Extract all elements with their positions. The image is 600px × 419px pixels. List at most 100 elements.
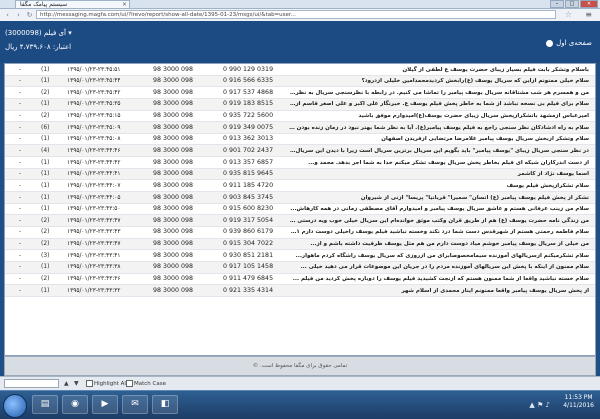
home-label: صفحه‌ی اول [556,39,592,47]
close-window-button[interactable]: ✕ [580,0,598,8]
message-text: در نظر سنجی سریال زیبای "یوسف پیامبر" با… [289,147,589,154]
message-count: (1) [41,65,50,73]
row-action[interactable]: - [19,159,21,167]
row-action[interactable]: - [19,89,21,97]
row-action[interactable]: - [19,217,21,225]
taskbar-app-icon[interactable]: ◧ [152,395,178,414]
message-date: ۱۳۹۵/۰۱/۲۳-۲۳:۴۳:۳۲ [67,287,121,294]
service-number: 98 3000 098 [153,77,194,85]
maximize-button[interactable]: □ [565,0,579,8]
table-row[interactable]: - (1) ۱۳۹۵/۰۱/۲۳-۲۳:۴۴:۰۷ 98 3000 098 0 911 … [5,180,595,193]
sender-number: 0 990 129 0319 [223,65,274,73]
table-row[interactable]: - (2) ۱۳۹۵/۰۱/۲۳-۲۳:۴۵:۱۵ 98 3000 098 0 935 … [5,111,595,123]
row-action[interactable]: - [19,66,21,74]
table-row[interactable]: - (2) ۱۳۹۵/۰۱/۲۳-۲۳:۴۳:۴۳ 98 3000 098 0 939 … [5,227,595,239]
sender-number: 0 921 335 4314 [223,286,274,294]
clock[interactable]: 11:53 PM 4/11/2016 [563,394,594,410]
table-row[interactable]: - (2) ۱۳۹۵/۰۱/۲۳-۲۳:۴۵:۴۲ 98 3000 098 0 917 … [5,87,595,99]
service-number: 98 3000 098 [153,158,194,166]
table-row[interactable]: - (1) ۱۳۹۵/۰۱/۲۳-۲۳:۴۴:۴۱ 98 3000 098 0 935 … [5,168,595,181]
service-number: 98 3000 098 [153,170,194,178]
find-input[interactable] [4,379,59,388]
taskbar-app-icon[interactable]: ◉ [62,395,88,414]
start-button[interactable] [3,394,27,418]
tab-close-icon[interactable]: × [122,1,127,8]
message-count: (1) [41,100,50,108]
row-action[interactable]: - [19,124,21,132]
message-date: ۱۳۹۵/۰۱/۲۳-۲۳:۴۴:۴۲ [67,159,121,166]
table-row[interactable]: - (1) ۱۳۹۵/۰۱/۲۳-۲۳:۴۴:۴۲ 98 3000 098 0 913 … [5,157,595,169]
row-action[interactable]: - [19,252,21,260]
taskbar-app-icon[interactable]: ▶ [92,395,118,414]
message-text: من زندگی نامه حضرت یوسف (ع) هم از طریق ق… [289,217,589,224]
service-number: 98 3000 098 [153,216,194,224]
table-row[interactable]: - (1) ۱۳۹۵/۰۱/۲۳-۲۳:۴۵:۵۱ 98 3000 098 0 990 … [5,64,595,76]
row-action[interactable]: - [19,100,21,108]
message-date: ۱۳۹۵/۰۱/۲۳-۲۳:۴۴:۴۶ [67,147,121,154]
table-row[interactable]: - (1) ۱۳۹۵/۰۱/۲۳-۲۳:۴۳:۳۲ 98 3000 098 0 921 … [5,285,595,297]
table-row[interactable]: - (1) ۱۳۹۵/۰۱/۲۳-۲۳:۴۳:۵۰ 98 3000 098 0 915 … [5,204,595,216]
table-row[interactable]: - (1) ۱۳۹۵/۰۱/۲۳-۲۳:۴۵:۰۸ 98 3000 098 0 913 … [5,134,595,146]
row-action[interactable]: - [19,182,21,190]
credit-balance: اعتبار: ۴،۷۳۹،۶۰۸ ریال [5,43,72,51]
table-row[interactable]: - (1) ۱۳۹۵/۰۱/۲۳-۲۳:۴۵:۴۴ 98 3000 098 0 916 … [5,75,595,88]
find-prev-button[interactable]: ▲ [64,379,69,388]
minimize-button[interactable]: – [550,0,564,8]
url-input[interactable]: http://messaging.magfa.com/ui/?lrevo/rep… [36,10,556,19]
message-text: سلام به راه ادشادکان نظر سنجی راجع به فی… [289,124,589,131]
back-icon[interactable]: ‹ [3,11,12,19]
row-action[interactable]: - [19,194,21,202]
message-text: تشکر از پخش فیلم یوسف پیامبر (ع) انسان" … [360,194,589,201]
table-row[interactable]: - (6) ۱۳۹۵/۰۱/۲۳-۲۳:۴۵:۰۹ 98 3000 098 0 919 … [5,122,595,134]
checkbox-icon [126,380,133,387]
row-action[interactable]: - [19,287,21,295]
table-row[interactable]: - (1) ۱۳۹۵/۰۱/۲۳-۲۳:۴۴:۰۵ 98 3000 098 0 903 … [5,192,595,204]
table-row[interactable]: - (2) ۱۳۹۵/۰۱/۲۳-۲۳:۴۳:۴۷ 98 3000 098 0 919 … [5,215,595,227]
message-text: از دست اندرکاران شبکه ای فیلم بخاطر پخش … [308,159,589,166]
nav-buttons: ‹ › ↻ [3,11,34,19]
bookmark-star-icon[interactable]: ☆ [565,10,572,19]
row-action[interactable]: - [19,263,21,271]
reload-icon[interactable]: ↻ [25,11,34,19]
row-action[interactable]: - [19,135,21,143]
highlight-all-checkbox[interactable]: Highlight All [86,380,127,388]
row-action[interactable]: - [19,275,21,283]
message-count: (1) [41,286,50,294]
row-action[interactable]: - [19,112,21,120]
sender-number: 0 935 815 9645 [223,170,274,178]
forward-icon[interactable]: › [14,11,23,19]
table-row[interactable]: - (2) ۱۳۹۵/۰۱/۲۳-۲۳:۴۳:۳۶ 98 3000 098 0 911 … [5,274,595,286]
message-text: سلام خیلی ممنونم ازاین که سریال یوسف (ع)… [361,78,589,85]
table-row[interactable]: - (1) ۱۳۹۵/۰۱/۲۳-۲۳:۴۵:۳۵ 98 3000 098 0 919 … [5,98,595,111]
browser-tab[interactable]: سیستم پیامک مگفا × [15,0,130,8]
taskbar-app-icon[interactable]: ✉ [122,395,148,414]
browser-menu-icon[interactable]: ≡ [585,10,592,19]
row-action[interactable]: - [19,170,21,178]
message-text: سلام برای فیلم بی نسخه نباشد از شما به خ… [289,101,589,108]
row-action[interactable]: - [19,77,21,85]
row-action[interactable]: - [19,147,21,155]
message-text: سلام تشکرازپخش فیلم یوسف [506,182,589,189]
service-number: 98 3000 098 [153,286,194,294]
table-row[interactable]: - (2) ۱۳۹۵/۰۱/۲۳-۲۳:۴۳:۴۷ 98 3000 098 0 915 … [5,238,595,251]
message-count: (1) [41,135,50,143]
find-next-button[interactable]: ▼ [74,379,79,388]
message-date: ۱۳۹۵/۰۱/۲۳-۲۳:۴۳:۳۶ [67,276,121,283]
home-link[interactable]: صفحه‌ی اول [546,39,592,47]
table-row[interactable]: - (3) ۱۳۹۵/۰۱/۲۳-۲۳:۴۳:۴۱ 98 3000 098 0 930 … [5,250,595,262]
row-action[interactable]: - [19,228,21,236]
row-action[interactable]: - [19,205,21,213]
sender-number: 0 919 183 8515 [223,100,274,108]
match-case-checkbox[interactable]: Match Case [126,380,166,388]
table-row[interactable]: - (1) ۱۳۹۵/۰۱/۲۳-۲۳:۴۳:۳۸ 98 3000 098 0 917 … [5,261,595,274]
sender-number: 0 913 357 6857 [223,158,274,166]
service-number: 98 3000 098 [153,146,194,154]
message-date: ۱۳۹۵/۰۱/۲۳-۲۳:۴۴:۰۷ [67,182,121,189]
account-dropdown[interactable]: آی فیلم (3000098) ▾ [5,29,72,37]
row-action[interactable]: - [19,240,21,248]
tray-icons[interactable]: ▲ ⚑ ♪ [529,401,550,409]
service-number: 98 3000 098 [153,65,194,73]
taskbar-app-icon[interactable]: ▤ [32,395,58,414]
service-number: 98 3000 098 [153,228,194,236]
table-row[interactable]: - (4) ۱۳۹۵/۰۱/۲۳-۲۳:۴۴:۴۶ 98 3000 098 0 901 … [5,145,595,158]
